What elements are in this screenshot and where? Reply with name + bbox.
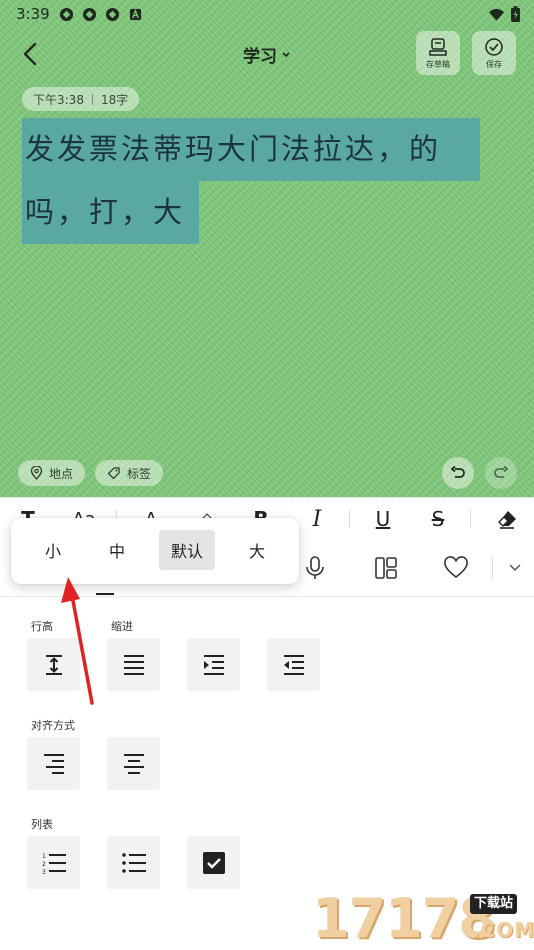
eraser-button[interactable] — [493, 506, 521, 532]
paragraph-lines-icon — [123, 654, 144, 675]
size-option-medium[interactable]: 中 — [89, 530, 145, 570]
status-bar: 3:39 — [0, 0, 534, 28]
strikethrough-icon: S — [431, 507, 445, 531]
chevron-down-icon — [509, 564, 521, 572]
note-editor[interactable]: 发发票法蒂玛大门法拉达，的 吗，打，大 — [22, 118, 492, 244]
location-pin-icon — [30, 466, 43, 480]
line-height-button[interactable] — [27, 638, 80, 691]
char-count: 18字 — [100, 92, 129, 107]
line-height-icon — [45, 654, 62, 675]
strikethrough-button[interactable]: S — [425, 506, 451, 532]
alignment-label: 对齐方式 — [31, 719, 75, 732]
indent-none-button[interactable] — [107, 638, 160, 691]
toolbar-divider — [492, 557, 493, 579]
layout-icon — [375, 557, 397, 579]
note-text-line[interactable]: 发发票法蒂玛大门法拉达，的 — [22, 118, 480, 181]
note-time: 下午3:38 — [33, 92, 84, 107]
toolbar-divider — [470, 510, 471, 528]
size-option-large[interactable]: 大 — [229, 530, 285, 570]
svg-text:2: 2 — [42, 861, 46, 868]
tag-icon — [107, 467, 120, 480]
decrease-indent-button[interactable] — [267, 638, 320, 691]
svg-text:3: 3 — [42, 869, 46, 875]
page-title: 学习 — [243, 47, 277, 67]
heart-icon — [444, 556, 468, 579]
align-right-button[interactable] — [27, 737, 80, 790]
list-label: 列表 — [31, 818, 53, 831]
collapse-toolbar-button[interactable] — [500, 553, 530, 583]
indent-decrease-icon — [283, 654, 304, 675]
line-height-label: 行高 — [31, 620, 53, 633]
toolbar-divider — [349, 510, 350, 528]
app-icon — [104, 6, 121, 23]
indent-increase-icon — [203, 654, 224, 675]
checkbox-list-button[interactable] — [187, 836, 240, 889]
undo-button[interactable] — [442, 457, 474, 489]
meta-divider — [91, 93, 93, 105]
chevron-down-icon — [282, 51, 290, 57]
notification-a-icon — [127, 6, 144, 23]
numbered-list-icon: 123 — [42, 853, 66, 875]
indent-label: 缩进 — [111, 620, 133, 633]
bullet-list-icon — [121, 852, 146, 873]
battery-icon — [511, 6, 520, 26]
checkbox-icon — [202, 851, 225, 874]
notebook-selector[interactable]: 学习 — [243, 42, 291, 67]
numbered-list-button[interactable]: 123 — [27, 836, 80, 889]
redo-button[interactable] — [485, 457, 517, 489]
tag-label: 标签 — [127, 466, 152, 481]
favorite-button[interactable] — [441, 553, 471, 583]
note-meta: 下午3:38 18字 — [22, 87, 140, 111]
align-center-icon — [123, 753, 144, 774]
app-icon — [58, 6, 75, 23]
svg-text:1: 1 — [42, 853, 46, 860]
note-text-line[interactable]: 吗，打，大 — [22, 181, 199, 244]
italic-icon: I — [312, 506, 322, 532]
back-button[interactable] — [18, 40, 44, 68]
watermark-tag: 下载站 — [470, 894, 518, 914]
size-option-small[interactable]: 小 — [25, 530, 81, 570]
save-button[interactable]: 保存 — [472, 31, 516, 75]
save-draft-button[interactable]: 存草稿 — [416, 31, 460, 75]
draft-icon — [429, 37, 447, 56]
increase-indent-button[interactable] — [187, 638, 240, 691]
voice-button[interactable] — [300, 553, 330, 583]
underline-button[interactable]: U — [370, 506, 396, 532]
eraser-icon — [498, 511, 516, 529]
undo-icon — [450, 465, 465, 478]
italic-button[interactable]: I — [304, 506, 330, 532]
font-size-popup: 小 中 默认 大 — [11, 518, 299, 584]
watermark-domain: .COM — [472, 918, 534, 942]
save-draft-label: 存草稿 — [426, 59, 450, 69]
tag-chip[interactable]: 标签 — [95, 460, 164, 486]
back-arrow-icon — [23, 42, 37, 66]
location-chip[interactable]: 地点 — [18, 460, 86, 486]
microphone-icon — [306, 556, 324, 579]
check-circle-icon — [485, 37, 503, 56]
bullet-list-button[interactable] — [107, 836, 160, 889]
layout-button[interactable] — [371, 553, 401, 583]
status-time: 3:39 — [16, 5, 50, 23]
redo-icon — [494, 465, 509, 478]
watermark-digits: 17178 — [312, 887, 496, 950]
watermark-logo: 17178 下载站 .COM — [312, 888, 534, 950]
app-icon — [81, 6, 98, 23]
top-bar: 学习 存草稿 保存 — [0, 28, 534, 82]
wifi-icon — [488, 7, 505, 26]
align-center-button[interactable] — [107, 737, 160, 790]
save-label: 保存 — [486, 59, 502, 69]
size-option-default[interactable]: 默认 — [159, 530, 215, 570]
align-right-icon — [43, 753, 64, 774]
active-tab-indicator — [96, 593, 114, 595]
underline-icon: U — [375, 507, 391, 531]
location-label: 地点 — [49, 466, 74, 481]
